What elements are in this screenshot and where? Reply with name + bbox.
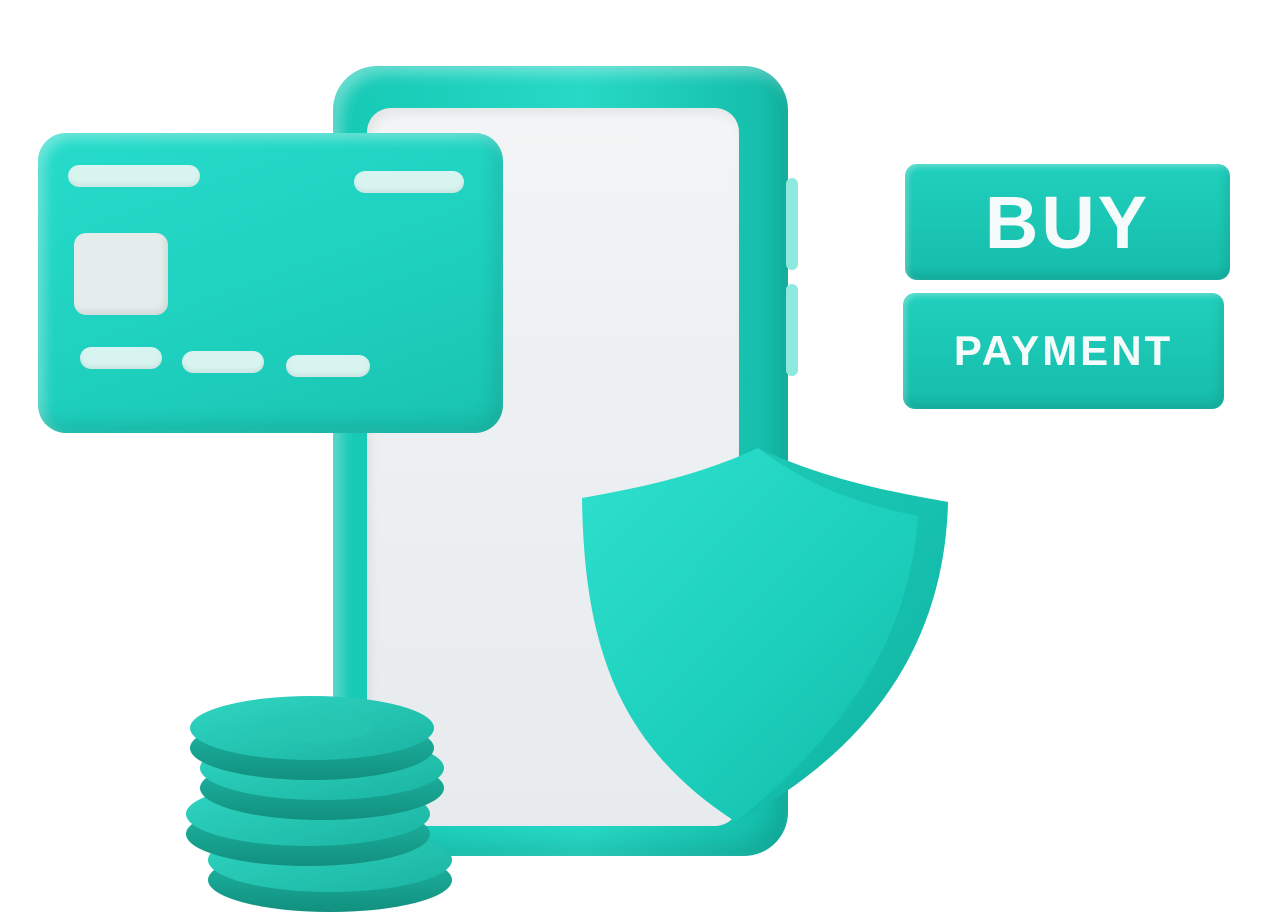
phone-side-button xyxy=(786,284,798,376)
card-line xyxy=(354,171,464,193)
coin xyxy=(190,696,434,780)
card-number-block xyxy=(80,347,162,369)
card-number-block xyxy=(182,351,264,373)
payment-button[interactable]: PAYMENT xyxy=(903,293,1224,409)
phone-side-button xyxy=(786,178,798,270)
credit-card-icon xyxy=(38,133,503,433)
shield-icon xyxy=(582,448,948,822)
card-number-block xyxy=(286,355,370,377)
card-line xyxy=(68,165,200,187)
payment-illustration: BUY PAYMENT xyxy=(0,0,1280,920)
buy-button[interactable]: BUY xyxy=(905,164,1230,280)
card-chip xyxy=(74,233,168,315)
coin-stack-icon xyxy=(186,696,452,912)
